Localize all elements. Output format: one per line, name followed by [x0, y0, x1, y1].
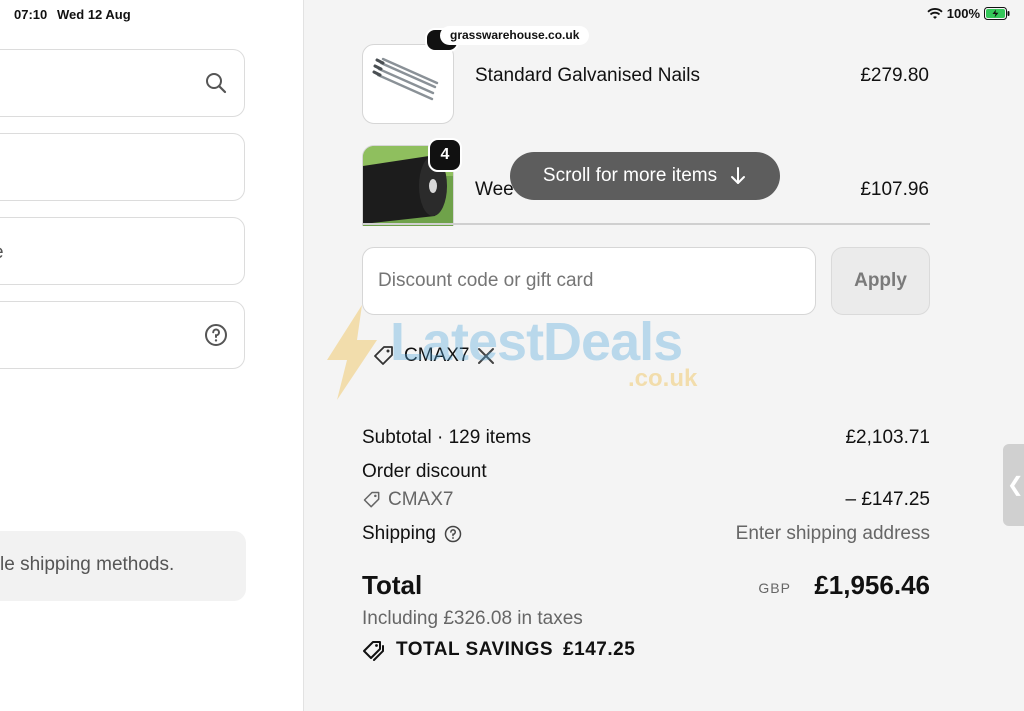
checkout-form-panel: e le shipping methods.	[0, 0, 304, 711]
battery-charging-icon	[984, 7, 1010, 20]
item-name-membrane: Wee	[475, 179, 514, 200]
address-field-3[interactable]: e	[0, 217, 245, 285]
discount-code-input[interactable]	[362, 247, 816, 315]
order-discount-code: CMAX7	[388, 489, 454, 510]
field-partial-text: e	[0, 242, 4, 264]
applied-discount-chip: CMAX7	[362, 338, 505, 374]
order-discount-value: – £147.25	[845, 489, 930, 510]
galvanised-nails-image	[372, 57, 439, 101]
side-panel-handle[interactable]: ❮	[1003, 444, 1024, 526]
help-icon[interactable]	[444, 525, 462, 543]
arrow-down-icon	[731, 167, 746, 184]
help-icon[interactable]	[204, 323, 228, 347]
remove-discount-icon[interactable]	[477, 347, 495, 365]
url-pill[interactable]: grasswarehouse.co.uk	[440, 26, 590, 45]
phone-field[interactable]	[0, 301, 245, 369]
shipping-label: Shipping	[362, 523, 436, 544]
item-name-nails: Standard Galvanised Nails	[475, 65, 700, 86]
wifi-icon	[927, 7, 943, 19]
total-savings-row: TOTAL SAVINGS £147.25	[362, 638, 635, 662]
applied-code-label: CMAX7	[404, 345, 470, 366]
shipping-row: Shipping	[362, 523, 462, 545]
search-icon	[206, 73, 227, 94]
savings-value: £147.25	[563, 639, 636, 660]
address-field-2[interactable]	[0, 133, 245, 201]
subtotal-value: £2,103.71	[845, 427, 930, 448]
savings-label: TOTAL SAVINGS	[396, 639, 554, 660]
tag-icon	[363, 491, 380, 508]
tags-icon	[363, 641, 384, 661]
address-search-field[interactable]	[0, 49, 245, 117]
total-label: Total	[362, 570, 423, 600]
item-price-nails: £279.80	[860, 65, 929, 86]
total-currency: GBP	[758, 580, 791, 596]
order-discount-code-row: CMAX7	[362, 489, 453, 511]
item-price-membrane: £107.96	[860, 179, 929, 200]
status-right: 100%	[927, 6, 1010, 21]
taxes-note: Including £326.08 in taxes	[362, 608, 583, 629]
total-amount: £1,956.46	[814, 570, 930, 600]
chevron-left-icon: ❮	[1007, 474, 1024, 496]
battery-percent: 100%	[946, 6, 980, 21]
item-thumbnail-nails	[362, 44, 454, 124]
order-discount-label: Order discount	[362, 461, 487, 482]
tag-icon	[374, 346, 393, 365]
shipping-value: Enter shipping address	[735, 523, 930, 544]
status-bar: 07:10 Wed 12 Aug 100%	[0, 0, 1024, 28]
subtotal-label: Subtotal · 129 items	[362, 427, 531, 448]
shipping-methods-text: le shipping methods.	[0, 554, 175, 575]
scroll-label: Scroll for more items	[542, 165, 718, 186]
status-time: 07:10	[14, 7, 48, 22]
scroll-for-more-button[interactable]: Scroll for more items	[510, 152, 780, 200]
status-date: Wed 12 Aug	[57, 7, 131, 22]
apply-button[interactable]: Apply	[831, 247, 930, 315]
quantity-badge-membrane: 4	[428, 138, 462, 172]
items-divider	[362, 223, 930, 225]
shipping-methods-note: le shipping methods.	[0, 531, 246, 601]
